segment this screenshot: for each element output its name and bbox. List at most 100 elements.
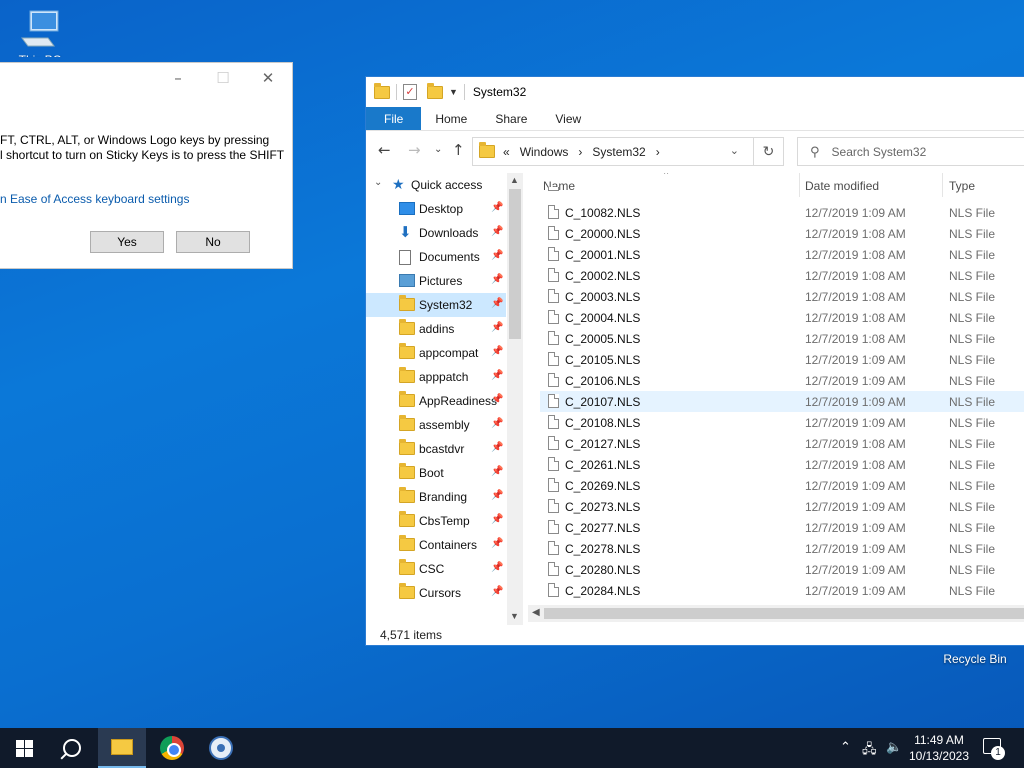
nav-item[interactable]: addins 📌 bbox=[366, 317, 506, 341]
folder-icon bbox=[399, 511, 415, 530]
pin-icon[interactable]: 📌 bbox=[491, 298, 503, 309]
scroll-down-icon[interactable]: ▼ bbox=[510, 611, 519, 621]
scroll-up-icon[interactable]: ▲ bbox=[510, 175, 519, 185]
no-button[interactable]: No bbox=[176, 231, 250, 253]
pin-icon[interactable]: 📌 bbox=[491, 346, 503, 357]
table-row[interactable]: C_20127.NLS 12/7/2019 1:08 AM NLS File bbox=[540, 433, 1024, 454]
pin-icon[interactable]: 📌 bbox=[491, 250, 503, 261]
pin-icon[interactable]: 📌 bbox=[491, 490, 503, 501]
nav-item[interactable]: AppReadiness 📌 bbox=[366, 389, 506, 413]
tab-home[interactable]: Home bbox=[421, 107, 481, 130]
refresh-icon[interactable]: ↻ bbox=[754, 137, 784, 166]
table-row[interactable]: C_20277.NLS 12/7/2019 1:09 AM NLS File bbox=[540, 517, 1024, 538]
nav-item[interactable]: CbsTemp 📌 bbox=[366, 509, 506, 533]
nav-item[interactable]: Pictures 📌 bbox=[366, 269, 506, 293]
file-explorer-taskbar-button[interactable] bbox=[98, 728, 146, 768]
nav-item[interactable]: assembly 📌 bbox=[366, 413, 506, 437]
table-row[interactable]: C_20000.NLS 12/7/2019 1:08 AM NLS File bbox=[540, 223, 1024, 244]
recent-locations-chevron-icon[interactable]: ⌄ bbox=[434, 144, 442, 155]
pin-icon[interactable]: 📌 bbox=[491, 562, 503, 573]
nav-item-label: Desktop bbox=[419, 202, 464, 216]
search-button[interactable] bbox=[48, 728, 96, 768]
nav-item-label: Downloads bbox=[419, 226, 479, 240]
tab-view[interactable]: View bbox=[541, 107, 595, 130]
new-folder-icon[interactable] bbox=[427, 82, 443, 99]
properties-icon[interactable]: ✓ bbox=[403, 84, 417, 100]
quick-access-toolbar-dropdown-icon[interactable]: ▼ bbox=[449, 87, 458, 97]
table-row[interactable]: C_20107.NLS 12/7/2019 1:09 AM NLS File bbox=[540, 391, 1024, 412]
network-icon[interactable]: 🖧 bbox=[862, 740, 877, 762]
pin-icon[interactable]: 📌 bbox=[491, 274, 503, 285]
nav-item[interactable]: System32 📌 bbox=[366, 293, 506, 317]
chevron-down-icon[interactable]: ⌄ bbox=[730, 144, 739, 157]
nav-item[interactable]: ⌄ ★ Quick access bbox=[366, 173, 506, 197]
table-row-partial[interactable] bbox=[540, 187, 1024, 194]
breadcrumb-chevron-icon[interactable]: › bbox=[578, 145, 582, 159]
pin-icon[interactable]: 📌 bbox=[491, 538, 503, 549]
address-bar[interactable]: « Windows › System32 › ⌄ bbox=[472, 137, 754, 166]
expand-chevron-icon[interactable]: ⌄ bbox=[374, 177, 382, 188]
nav-item[interactable]: bcastdvr 📌 bbox=[366, 437, 506, 461]
nav-item[interactable]: apppatch 📌 bbox=[366, 365, 506, 389]
table-row[interactable]: C_20108.NLS 12/7/2019 1:09 AM NLS File bbox=[540, 412, 1024, 433]
breadcrumb-system32[interactable]: System32 bbox=[592, 145, 645, 159]
nav-item[interactable]: Desktop 📌 bbox=[366, 197, 506, 221]
ease-of-access-link[interactable]: n Ease of Access keyboard settings bbox=[0, 192, 189, 206]
nav-item[interactable]: Documents 📌 bbox=[366, 245, 506, 269]
pin-icon[interactable]: 📌 bbox=[491, 514, 503, 525]
table-row[interactable]: C_20004.NLS 12/7/2019 1:08 AM NLS File bbox=[540, 307, 1024, 328]
clock[interactable]: 11:49 AM 10/13/2023 bbox=[900, 732, 978, 764]
app-taskbar-button[interactable] bbox=[197, 728, 245, 768]
table-row[interactable]: C_20284.NLS 12/7/2019 1:09 AM NLS File bbox=[540, 580, 1024, 601]
table-row[interactable]: C_20269.NLS 12/7/2019 1:09 AM NLS File bbox=[540, 475, 1024, 496]
tab-share[interactable]: Share bbox=[481, 107, 541, 130]
nav-item[interactable]: CSC 📌 bbox=[366, 557, 506, 581]
table-row[interactable]: C_10082.NLS 12/7/2019 1:09 AM NLS File bbox=[540, 202, 1024, 223]
pin-icon[interactable]: 📌 bbox=[491, 586, 503, 597]
table-row[interactable]: C_20002.NLS 12/7/2019 1:08 AM NLS File bbox=[540, 265, 1024, 286]
pin-icon[interactable]: 📌 bbox=[491, 226, 503, 237]
table-row[interactable]: C_20001.NLS 12/7/2019 1:08 AM NLS File bbox=[540, 244, 1024, 265]
chevron-up-icon[interactable]: ⌃ bbox=[840, 740, 851, 755]
nav-item[interactable]: Containers 📌 bbox=[366, 533, 506, 557]
start-button[interactable] bbox=[0, 728, 48, 768]
nav-item[interactable]: Cursors 📌 bbox=[366, 581, 506, 605]
table-row[interactable]: C_20261.NLS 12/7/2019 1:08 AM NLS File bbox=[540, 454, 1024, 475]
table-row[interactable]: C_20280.NLS 12/7/2019 1:09 AM NLS File bbox=[540, 559, 1024, 580]
breadcrumb-windows[interactable]: Windows bbox=[520, 145, 569, 159]
nav-item[interactable]: ⬇ Downloads 📌 bbox=[366, 221, 506, 245]
scroll-left-icon[interactable]: ◀ bbox=[532, 607, 540, 618]
back-arrow-icon[interactable]: ← bbox=[378, 141, 391, 159]
search-box[interactable]: ⚲ Search System32 bbox=[797, 137, 1024, 166]
minimize-button[interactable]: – bbox=[163, 69, 193, 87]
recycle-bin-desktop-icon[interactable]: Recycle Bin bbox=[940, 652, 1010, 666]
this-pc-desktop-icon[interactable]: This PC bbox=[5, 8, 75, 64]
pin-icon[interactable]: 📌 bbox=[491, 442, 503, 453]
nav-item[interactable]: Boot 📌 bbox=[366, 461, 506, 485]
table-row[interactable]: C_20106.NLS 12/7/2019 1:09 AM NLS File bbox=[540, 370, 1024, 391]
table-row[interactable]: C_20005.NLS 12/7/2019 1:08 AM NLS File bbox=[540, 328, 1024, 349]
up-arrow-icon[interactable]: ↑ bbox=[452, 141, 465, 159]
yes-button[interactable]: Yes bbox=[90, 231, 164, 253]
pin-icon[interactable]: 📌 bbox=[491, 418, 503, 429]
close-button[interactable]: ✕ bbox=[253, 69, 283, 87]
chrome-taskbar-button[interactable] bbox=[148, 728, 196, 768]
nav-pane-scrollbar[interactable]: ▲ ▼ bbox=[507, 173, 523, 625]
pin-icon[interactable]: 📌 bbox=[491, 202, 503, 213]
table-row[interactable]: C_20278.NLS 12/7/2019 1:09 AM NLS File bbox=[540, 538, 1024, 559]
pin-icon[interactable]: 📌 bbox=[491, 370, 503, 381]
pin-icon[interactable]: 📌 bbox=[491, 466, 503, 477]
pin-icon[interactable]: 📌 bbox=[491, 322, 503, 333]
nav-item[interactable]: appcompat 📌 bbox=[366, 341, 506, 365]
breadcrumb-overflow[interactable]: « bbox=[503, 145, 510, 159]
table-row[interactable]: C_20105.NLS 12/7/2019 1:09 AM NLS File bbox=[540, 349, 1024, 370]
tab-file[interactable]: File bbox=[366, 107, 422, 130]
pin-icon[interactable]: 📌 bbox=[491, 394, 503, 405]
nav-item[interactable]: Branding 📌 bbox=[366, 485, 506, 509]
table-row[interactable]: C_20273.NLS 12/7/2019 1:09 AM NLS File bbox=[540, 496, 1024, 517]
table-row[interactable]: C_20003.NLS 12/7/2019 1:08 AM NLS File bbox=[540, 286, 1024, 307]
scrollbar-thumb[interactable] bbox=[544, 608, 1024, 619]
scrollbar-thumb[interactable] bbox=[509, 189, 521, 339]
breadcrumb-chevron-icon[interactable]: › bbox=[656, 145, 660, 159]
horizontal-scrollbar[interactable]: ◀ bbox=[528, 605, 1024, 622]
